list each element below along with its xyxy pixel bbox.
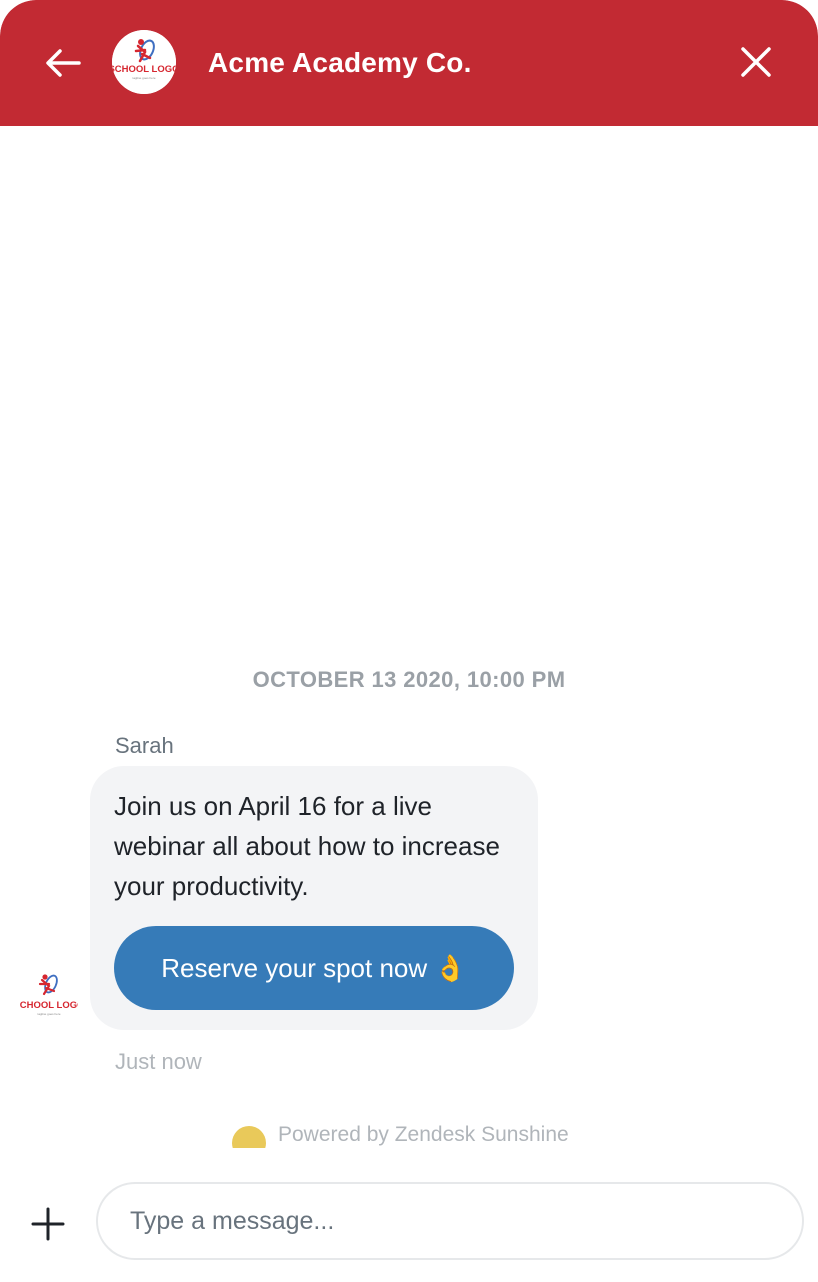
message-sender: Sarah — [115, 733, 174, 758]
plus-icon — [31, 1207, 65, 1241]
message-text: Join us on April 16 for a live webinar a… — [114, 791, 500, 901]
chat-widget: SCHOOL LOGO tagline goes here Acme Acade… — [0, 0, 818, 1282]
message-composer — [0, 1164, 818, 1282]
powered-by: Powered by Zendesk Sunshine — [232, 1120, 569, 1150]
school-logo: SCHOOL LOGO tagline goes here — [112, 30, 176, 94]
school-logo: SCHOOL LOGO tagline goes here — [20, 974, 78, 1016]
sender-avatar: SCHOOL LOGO tagline goes here — [20, 970, 78, 1022]
arrow-left-icon — [46, 49, 81, 77]
reserve-spot-button[interactable]: Reserve your spot now 👌 — [114, 926, 514, 1010]
svg-text:SCHOOL LOGO: SCHOOL LOGO — [20, 1000, 78, 1011]
header-title: Acme Academy Co. — [208, 47, 472, 78]
close-button[interactable] — [734, 40, 778, 84]
message-bubble: Join us on April 16 for a live webinar a… — [90, 766, 538, 1030]
svg-text:SCHOOL LOGO: SCHOOL LOGO — [112, 64, 176, 75]
add-attachment-button[interactable] — [28, 1204, 68, 1244]
message-input[interactable] — [96, 1182, 804, 1260]
powered-by-text: Powered by Zendesk Sunshine — [278, 1123, 569, 1146]
chat-header: SCHOOL LOGO tagline goes here Acme Acade… — [0, 0, 818, 126]
close-icon — [741, 47, 771, 77]
school-logo-avatar: SCHOOL LOGO tagline goes here — [112, 30, 176, 94]
back-button[interactable] — [40, 40, 86, 86]
conversation-timestamp: OCTOBER 13 2020, 10:00 PM — [252, 667, 566, 692]
sun-icon — [232, 1122, 266, 1148]
svg-text:tagline goes here: tagline goes here — [132, 76, 155, 80]
message-time: Just now — [115, 1049, 202, 1074]
svg-text:tagline goes here: tagline goes here — [37, 1012, 60, 1016]
